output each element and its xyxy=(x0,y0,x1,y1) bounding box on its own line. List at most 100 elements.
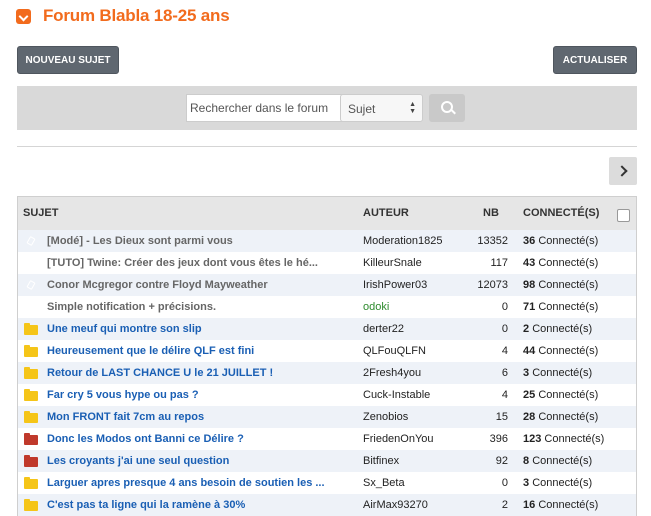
author-link[interactable]: AirMax93270 xyxy=(363,499,428,511)
table-row: [Modé] - Les Dieux sont parmi vous Modera… xyxy=(18,230,636,252)
connected-suffix: Connecté(s) xyxy=(538,389,599,401)
search-scope-select[interactable]: Sujet ▲ ▼ xyxy=(340,94,423,122)
topic-link[interactable]: [Modé] - Les Dieux sont parmi vous xyxy=(47,235,233,247)
connected-number: 98 xyxy=(523,279,536,291)
topic-link[interactable]: Les croyants j'ai une seul question xyxy=(47,455,229,467)
topics-table: SUJET AUTEUR NB CONNECTÉ(S) [Modé] - Les… xyxy=(17,196,637,516)
table-row: Donc les Modos ont Banni ce Délire ? Frie… xyxy=(18,428,636,450)
topic-link[interactable]: Retour de LAST CHANCE U le 21 JUILLET ! xyxy=(47,367,273,379)
topic-link[interactable]: Une meuf qui montre son slip xyxy=(47,323,202,335)
select-arrows-icon: ▲ ▼ xyxy=(409,101,416,115)
connected-number: 16 xyxy=(523,499,536,511)
topic-link[interactable]: Heureusement que le délire QLF est fini xyxy=(47,345,254,357)
col-count: NB xyxy=(483,207,499,219)
connected-suffix: Connecté(s) xyxy=(538,301,599,313)
table-header: SUJET AUTEUR NB CONNECTÉ(S) xyxy=(18,197,636,230)
connected-suffix: Connecté(s) xyxy=(532,367,593,379)
new-topic-button[interactable]: NOUVEAU SUJET xyxy=(17,46,119,74)
reply-count: 117 xyxy=(490,257,508,269)
author-link[interactable]: odoki xyxy=(363,301,389,313)
connected-suffix: Connecté(s) xyxy=(538,499,599,511)
select-all-checkbox[interactable] xyxy=(617,209,630,222)
author-link[interactable]: Bitfinex xyxy=(363,455,399,467)
table-row: Conor Mcgregor contre Floyd Mayweather Ir… xyxy=(18,274,636,296)
col-author: AUTEUR xyxy=(363,207,409,219)
reply-count: 6 xyxy=(501,367,508,379)
chevron-right-icon xyxy=(616,165,628,177)
reply-count: 92 xyxy=(495,455,508,467)
topic-link[interactable]: C'est pas ta ligne qui la ramène à 30% xyxy=(47,499,245,511)
connected-suffix: Connecté(s) xyxy=(532,455,593,467)
table-row: Mon FRONT fait 7cm au repos Zenobios 15 28 … xyxy=(18,406,636,428)
connected-number: 44 xyxy=(523,345,536,357)
topic-link[interactable]: Larguer apres presque 4 ans besoin de so… xyxy=(47,477,325,489)
topic-link[interactable]: [TUTO] Twine: Créer des jeux dont vous ê… xyxy=(47,257,318,269)
col-topic: SUJET xyxy=(23,207,59,219)
connected-suffix: Connecté(s) xyxy=(538,235,599,247)
connected-suffix: Connecté(s) xyxy=(538,279,599,291)
author-link[interactable]: QLFouQLFN xyxy=(363,345,426,357)
connected-count: 43 Connecté(s) xyxy=(523,257,598,269)
table-row: Larguer apres presque 4 ans besoin de so… xyxy=(18,472,636,494)
connected-count: 2 Connecté(s) xyxy=(523,323,592,335)
connected-number: 43 xyxy=(523,257,536,269)
reply-count: 15 xyxy=(495,411,508,423)
divider xyxy=(17,146,637,147)
table-row: Retour de LAST CHANCE U le 21 JUILLET ! 2… xyxy=(18,362,636,384)
connected-count: 28 Connecté(s) xyxy=(523,411,598,423)
table-row: Heureusement que le délire QLF est fini Q… xyxy=(18,340,636,362)
author-link[interactable]: Moderation1825 xyxy=(363,235,443,247)
connected-suffix: Connecté(s) xyxy=(532,477,593,489)
search-button[interactable] xyxy=(429,94,465,122)
connected-number: 2 xyxy=(523,323,530,335)
connected-number: 123 xyxy=(523,433,542,445)
topic-link[interactable]: Donc les Modos ont Banni ce Délire ? xyxy=(47,433,244,445)
connected-number: 25 xyxy=(523,389,536,401)
connected-count: 98 Connecté(s) xyxy=(523,279,598,291)
reply-count: 4 xyxy=(501,389,508,401)
forum-title[interactable]: Forum Blabla 18-25 ans xyxy=(43,6,230,26)
reply-count: 0 xyxy=(501,477,508,489)
connected-count: 8 Connecté(s) xyxy=(523,455,592,467)
connected-suffix: Connecté(s) xyxy=(538,345,599,357)
collapse-chevron-icon[interactable] xyxy=(16,8,31,24)
author-link[interactable]: KilleurSnale xyxy=(363,257,422,269)
author-link[interactable]: Zenobios xyxy=(363,411,408,423)
next-page-button[interactable] xyxy=(609,157,637,185)
reply-count: 0 xyxy=(501,301,508,313)
connected-suffix: Connecté(s) xyxy=(538,411,599,423)
author-link[interactable]: 2Fresh4you xyxy=(363,367,421,379)
connected-count: 16 Connecté(s) xyxy=(523,499,598,511)
search-bar: Rechercher dans le forum Sujet ▲ ▼ xyxy=(17,86,637,130)
connected-count: 123 Connecté(s) xyxy=(523,433,604,445)
author-link[interactable]: IrishPower03 xyxy=(363,279,427,291)
topic-link[interactable]: Conor Mcgregor contre Floyd Mayweather xyxy=(47,279,268,291)
forum-header: Forum Blabla 18-25 ans xyxy=(16,6,230,26)
table-row: Far cry 5 vous hype ou pas ? Cuck-Instabl… xyxy=(18,384,636,406)
table-row: Les croyants j'ai une seul question Bitfi… xyxy=(18,450,636,472)
connected-count: 3 Connecté(s) xyxy=(523,367,592,379)
author-link[interactable]: Cuck-Instable xyxy=(363,389,430,401)
reply-count: 2 xyxy=(501,499,508,511)
topic-link[interactable]: Mon FRONT fait 7cm au repos xyxy=(47,411,204,423)
topic-link[interactable]: Simple notification + précisions. xyxy=(47,301,216,313)
author-link[interactable]: Sx_Beta xyxy=(363,477,405,489)
author-link[interactable]: derter22 xyxy=(363,323,404,335)
refresh-button[interactable]: ACTUALISER xyxy=(553,46,637,74)
author-link[interactable]: FriedenOnYou xyxy=(363,433,434,445)
table-row: C'est pas ta ligne qui la ramène à 30% Ai… xyxy=(18,494,636,516)
connected-number: 71 xyxy=(523,301,536,313)
connected-number: 8 xyxy=(523,455,530,467)
connected-count: 25 Connecté(s) xyxy=(523,389,598,401)
connected-suffix: Connecté(s) xyxy=(532,323,593,335)
search-input[interactable]: Rechercher dans le forum xyxy=(186,94,348,122)
table-row: Simple notification + précisions. odoki 0 7… xyxy=(18,296,636,318)
reply-count: 12073 xyxy=(477,279,508,291)
connected-count: 3 Connecté(s) xyxy=(523,477,592,489)
col-connected: CONNECTÉ(S) xyxy=(523,207,600,219)
connected-count: 44 Connecté(s) xyxy=(523,345,598,357)
topic-link[interactable]: Far cry 5 vous hype ou pas ? xyxy=(47,389,199,401)
connected-count: 71 Connecté(s) xyxy=(523,301,598,313)
connected-number: 3 xyxy=(523,367,530,379)
table-row: Une meuf qui montre son slip derter22 0 2 C… xyxy=(18,318,636,340)
